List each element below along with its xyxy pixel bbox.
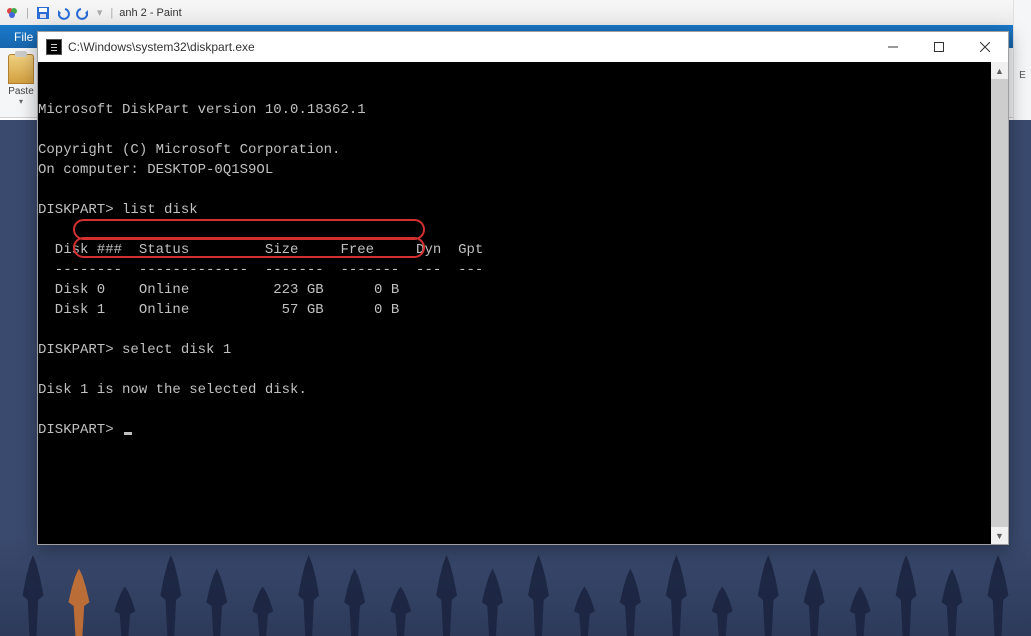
wallpaper-figure [61, 561, 96, 636]
scroll-thumb[interactable] [991, 79, 1008, 527]
vertical-scrollbar[interactable]: ▲ ▼ [991, 62, 1008, 544]
scroll-track[interactable] [991, 79, 1008, 527]
wallpaper-figure [889, 546, 924, 636]
close-button[interactable] [962, 32, 1008, 62]
diskpart-window: C:\Windows\system32\diskpart.exe Microso… [37, 31, 1009, 545]
paste-button[interactable]: Paste ▾ [4, 52, 38, 108]
clipboard-icon [8, 54, 34, 84]
wallpaper-figure [659, 546, 694, 636]
console-line: -------- ------------- ------- ------- -… [38, 262, 483, 278]
titlebar[interactable]: C:\Windows\system32\diskpart.exe [38, 32, 1008, 62]
dropdown-caret-icon[interactable]: ▾ [19, 97, 23, 106]
annotation-highlight [73, 219, 425, 240]
separator: | [26, 7, 29, 19]
wallpaper-figure [429, 546, 464, 636]
wallpaper-figure [751, 546, 786, 636]
console-line: Disk ### Status Size Free Dyn Gpt [38, 242, 483, 258]
console-line: Copyright (C) Microsoft Corporation. [38, 142, 340, 158]
paste-label: Paste [8, 86, 34, 97]
maximize-button[interactable] [916, 32, 962, 62]
console-area: Microsoft DiskPart version 10.0.18362.1 … [38, 62, 1008, 544]
redo-icon[interactable] [75, 5, 91, 21]
wallpaper-figure [567, 581, 602, 636]
cursor-icon [124, 432, 132, 435]
wallpaper-figure [705, 581, 740, 636]
window-title: C:\Windows\system32\diskpart.exe [68, 40, 870, 54]
paint-app-icon [4, 5, 20, 21]
console-line: Microsoft DiskPart version 10.0.18362.1 [38, 102, 366, 118]
separator: | [110, 7, 113, 19]
paint-quick-access-toolbar: | ▾ | anh 2 - Paint [0, 0, 1031, 25]
wallpaper-figure [107, 581, 142, 636]
wallpaper-figure [521, 546, 556, 636]
wallpaper-figure [475, 561, 510, 636]
wallpaper-figure [15, 546, 50, 636]
console-line: Disk 0 Online 223 GB 0 B [38, 282, 399, 298]
qat-dropdown-icon[interactable]: ▾ [97, 6, 103, 19]
console-line: Disk 1 Online 57 GB 0 B [38, 302, 399, 318]
scroll-down-icon[interactable]: ▼ [991, 527, 1008, 544]
desktop-wallpaper [0, 536, 1031, 636]
edit-group-label: E [1019, 70, 1026, 81]
console-line: Disk 1 is now the selected disk. [38, 382, 307, 398]
save-icon[interactable] [35, 5, 51, 21]
console-line: DISKPART> select disk 1 [38, 342, 231, 358]
scroll-up-icon[interactable]: ▲ [991, 62, 1008, 79]
console-line: DISKPART> list disk [38, 202, 198, 218]
wallpaper-figure [337, 561, 372, 636]
wallpaper-figure [980, 546, 1015, 636]
window-controls [870, 32, 1008, 62]
wallpaper-figure [153, 546, 188, 636]
undo-icon[interactable] [55, 5, 71, 21]
console-output[interactable]: Microsoft DiskPart version 10.0.18362.1 … [38, 62, 991, 544]
wallpaper-figure [291, 546, 326, 636]
cmd-icon [46, 39, 62, 55]
wallpaper-figure [383, 581, 418, 636]
wallpaper-figure [613, 561, 648, 636]
console-line: On computer: DESKTOP-0Q1S9OL [38, 162, 273, 178]
wallpaper-figure [199, 561, 234, 636]
wallpaper-figure [843, 581, 878, 636]
wallpaper-figure [935, 561, 970, 636]
wallpaper-figure [245, 581, 280, 636]
ribbon-right-edge: E [1013, 0, 1031, 120]
wallpaper-figure [797, 561, 832, 636]
minimize-button[interactable] [870, 32, 916, 62]
console-line: DISKPART> [38, 422, 122, 438]
paint-title: anh 2 - Paint [119, 7, 181, 19]
